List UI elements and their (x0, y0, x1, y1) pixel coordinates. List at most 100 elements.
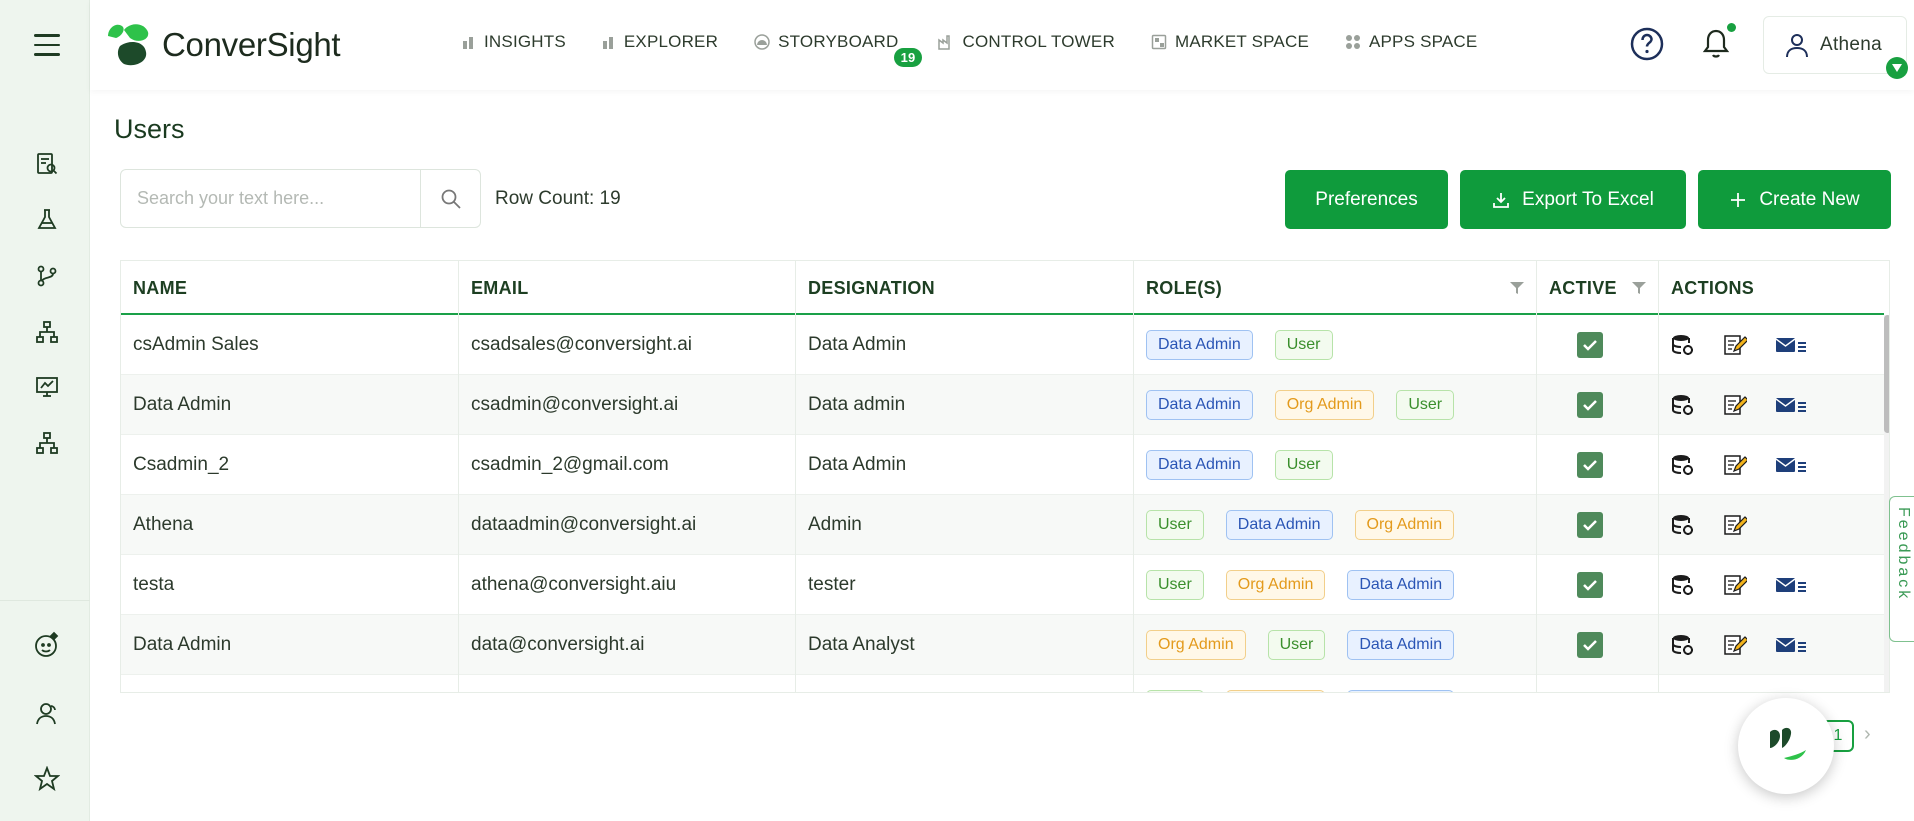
nav-insights[interactable]: INSIGHTS (462, 32, 566, 52)
table-row[interactable]: csAdmin Sales csadsales@conversight.ai Dat… (121, 315, 1884, 375)
bot-logo-icon (1770, 727, 1806, 760)
database-settings-icon[interactable] (1671, 453, 1695, 477)
nav-explorer[interactable]: EXPLORER (602, 32, 718, 52)
help-icon[interactable] (1630, 27, 1664, 66)
active-checkbox[interactable] (1577, 632, 1603, 658)
mail-icon[interactable] (1775, 575, 1807, 595)
filter-icon[interactable] (1510, 281, 1524, 295)
plus-icon (1731, 192, 1746, 207)
edit-icon[interactable] (1723, 333, 1747, 357)
edit-icon[interactable] (1723, 513, 1747, 537)
cell-actions (1659, 675, 1884, 692)
rail-flask-icon[interactable] (33, 206, 61, 234)
cell-roles: Data Admin Org Admin User (1134, 375, 1537, 435)
assistant-bot-button[interactable] (1738, 698, 1834, 794)
cell-roles: Data Admin User (1134, 315, 1537, 375)
role-chip: Org Admin (1225, 690, 1326, 692)
role-chip: User (1267, 630, 1326, 660)
rail-report-search-icon[interactable] (33, 150, 61, 178)
col-email-header[interactable]: EMAIL (459, 261, 796, 315)
rail-bot-face-icon[interactable] (33, 631, 61, 659)
rail-branch-icon[interactable] (33, 262, 61, 290)
left-rail (0, 0, 90, 821)
role-chip: Data Admin (1347, 570, 1455, 600)
active-checkbox[interactable] (1577, 332, 1603, 358)
preferences-button[interactable]: Preferences (1285, 170, 1448, 229)
mail-icon[interactable] (1775, 635, 1807, 655)
active-checkbox[interactable] (1577, 692, 1603, 693)
edit-icon[interactable] (1723, 453, 1747, 477)
search-button[interactable] (420, 170, 480, 227)
rail-star-icon[interactable] (33, 765, 61, 793)
mail-icon[interactable] (1775, 455, 1807, 475)
notification-bell-icon[interactable] (1702, 28, 1730, 65)
role-chip: Org Admin (1274, 390, 1375, 420)
top-bar: ConverSight INSIGHTS EXPLORER STORYBOARD… (90, 0, 1914, 90)
mail-icon[interactable] (1775, 335, 1807, 355)
cell-email: csadmin_2@gmail.com (459, 435, 796, 495)
mail-icon[interactable] (1775, 395, 1807, 415)
table-row[interactable]: Data Admin csadmin@conversight.ai Data adm… (121, 375, 1884, 435)
database-settings-icon[interactable] (1671, 333, 1695, 357)
rail-presentation-icon[interactable] (33, 373, 61, 401)
active-checkbox[interactable] (1577, 452, 1603, 478)
col-active-header[interactable]: ACTIVE (1537, 261, 1659, 315)
nav-apps-space-label: APPS SPACE (1368, 32, 1478, 51)
role-chip: Org Admin (1146, 630, 1246, 660)
user-name: Athena (1820, 34, 1883, 55)
bar-chart-icon (463, 37, 473, 49)
col-name-header[interactable]: NAME (121, 261, 459, 315)
hamburger-menu-icon[interactable] (34, 34, 60, 56)
rail-divider (0, 600, 90, 601)
table-row[interactable]: chellammai.rajendran@conversi User Org Adm… (121, 675, 1884, 693)
active-checkbox[interactable] (1577, 512, 1603, 538)
brand-logo[interactable]: ConverSight (104, 20, 341, 70)
cell-actions (1659, 615, 1884, 675)
edit-icon[interactable] (1723, 573, 1747, 597)
rail-users-icon[interactable] (33, 700, 61, 728)
table-row[interactable]: Data Admin data@conversight.ai Data Analys… (121, 615, 1884, 675)
table-row[interactable]: Athena dataadmin@conversight.ai Admin User D… (121, 495, 1884, 555)
edit-icon[interactable] (1723, 633, 1747, 657)
nav-control-tower[interactable]: CONTROL TOWER (938, 32, 1115, 52)
rail-hierarchy-icon-2[interactable] (33, 429, 61, 457)
database-settings-icon[interactable] (1671, 573, 1695, 597)
cell-active (1537, 435, 1659, 495)
table-scrollbar-thumb[interactable] (1884, 315, 1889, 433)
pagination-next-icon[interactable]: › (1864, 723, 1871, 746)
active-checkbox[interactable] (1577, 572, 1603, 598)
feedback-tab[interactable]: Feedback (1889, 496, 1914, 642)
database-settings-icon[interactable] (1671, 513, 1695, 537)
row-count: Row Count: 19 (495, 188, 621, 209)
cell-roles: Org Admin User Data Admin (1134, 615, 1537, 675)
download-icon (1493, 192, 1510, 208)
edit-icon[interactable] (1723, 393, 1747, 417)
active-checkbox[interactable] (1577, 392, 1603, 418)
database-settings-icon[interactable] (1671, 393, 1695, 417)
create-new-button[interactable]: Create New (1698, 170, 1891, 229)
users-table: NAME EMAIL DESIGNATION ROLE(S) ACTIVE AC… (120, 260, 1890, 693)
role-chip: Org Admin (1225, 570, 1326, 600)
table-row[interactable]: Csadmin_2 csadmin_2@gmail.com Data Admin Da… (121, 435, 1884, 495)
filter-icon[interactable] (1632, 281, 1646, 295)
cell-name: Csadmin_2 (121, 435, 459, 495)
rail-hierarchy-icon[interactable] (33, 318, 61, 346)
role-chip: User (1274, 330, 1333, 360)
cell-email: data@conversight.ai (459, 615, 796, 675)
export-to-excel-button[interactable]: Export To Excel (1460, 170, 1686, 229)
col-roles-label: ROLE(S) (1146, 277, 1223, 298)
cell-email: csadsales@conversight.ai (459, 315, 796, 375)
col-roles-header[interactable]: ROLE(S) (1134, 261, 1537, 315)
nav-storyboard[interactable]: STORYBOARD 19 (754, 32, 923, 67)
user-menu-caret-icon[interactable] (1886, 57, 1908, 79)
cell-active (1537, 315, 1659, 375)
nav-apps-space[interactable]: APPS SPACE (1345, 32, 1477, 52)
cell-designation: Data Analyst (796, 615, 1134, 675)
bar-chart-icon (602, 37, 613, 49)
table-row[interactable]: testa athena@conversight.aiu tester User Org… (121, 555, 1884, 615)
database-settings-icon[interactable] (1671, 633, 1695, 657)
col-designation-header[interactable]: DESIGNATION (796, 261, 1134, 315)
nav-market-space[interactable]: MARKET SPACE (1151, 32, 1309, 52)
search-input[interactable] (121, 170, 421, 227)
preferences-label: Preferences (1315, 188, 1418, 210)
